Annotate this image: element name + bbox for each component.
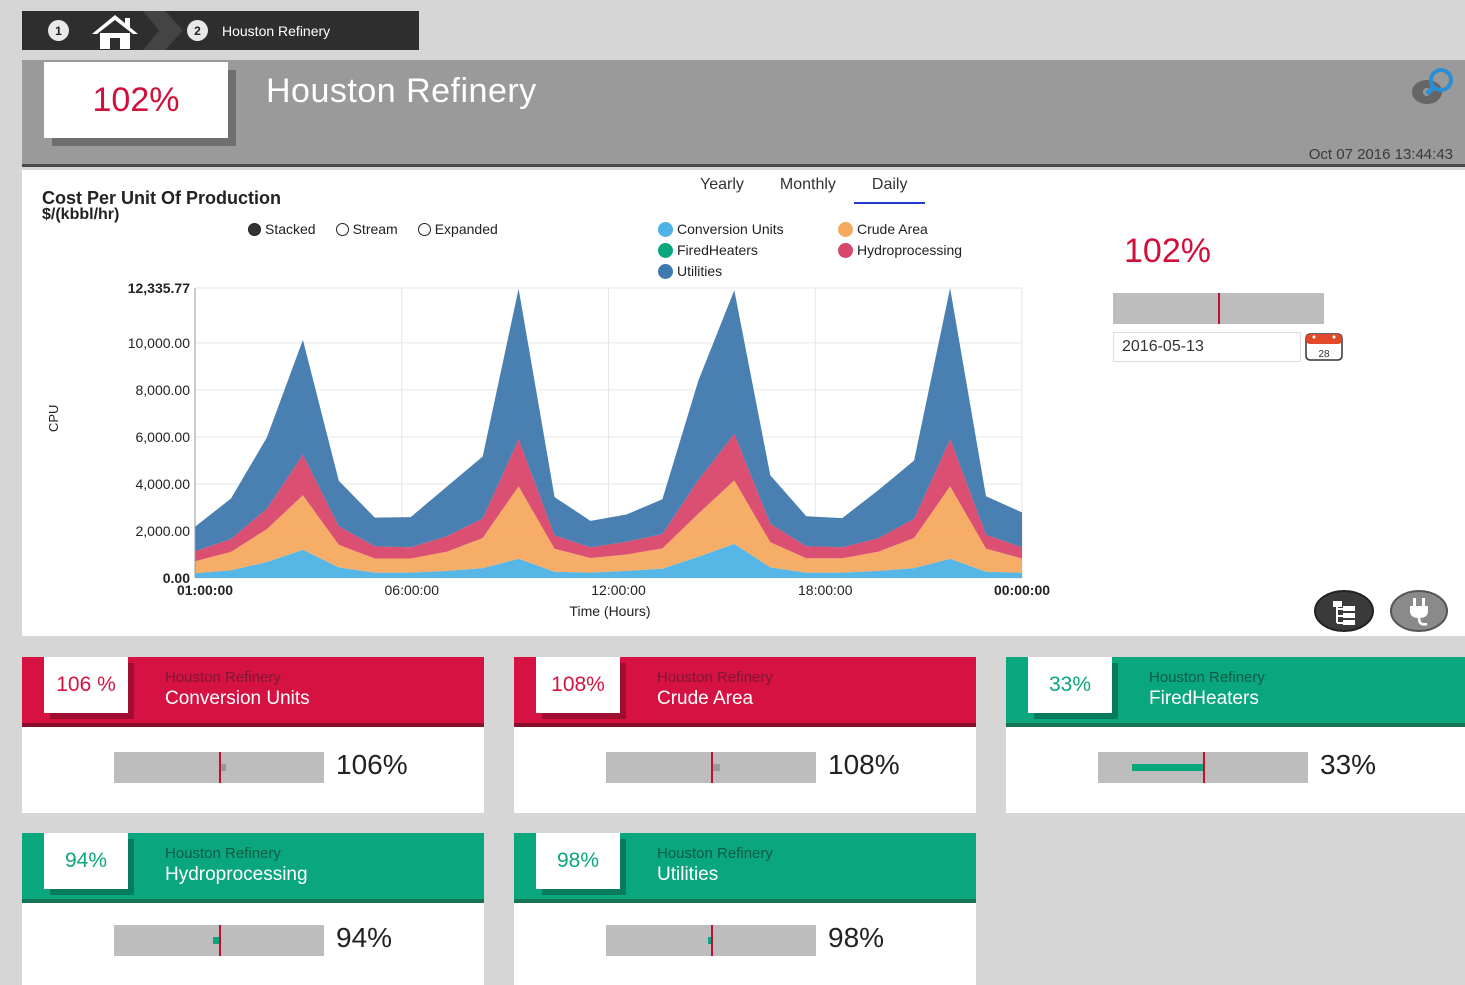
card-unit-name: Hydroprocessing bbox=[165, 864, 308, 885]
cost-area-chart: 0.002,000.004,000.006,000.008,000.0010,0… bbox=[128, 280, 1051, 619]
card-body: 94% bbox=[22, 903, 484, 985]
card-header: 94% Houston Refinery Hydroprocessing bbox=[22, 833, 484, 903]
target-marker bbox=[711, 752, 713, 783]
card-site: Houston Refinery bbox=[1149, 669, 1265, 686]
card-body: 108% bbox=[514, 727, 976, 813]
y-tick-label: 12,335.77 bbox=[128, 280, 190, 296]
unit-card-utilities[interactable]: 98% Houston Refinery Utilities 98% bbox=[514, 833, 976, 985]
chart-x-axis-label: Time (Hours) bbox=[569, 603, 650, 619]
card-value: 94% bbox=[336, 922, 393, 953]
header-timestamp: Oct 07 2016 13:44:43 bbox=[1308, 146, 1453, 163]
breadcrumb-step-2[interactable]: 2 bbox=[187, 20, 208, 41]
target-marker bbox=[219, 752, 221, 783]
plug-button[interactable] bbox=[1389, 589, 1449, 633]
card-unit-name: Conversion Units bbox=[165, 688, 310, 709]
unit-card-conversion-units[interactable]: 106 % Houston Refinery Conversion Units … bbox=[22, 657, 484, 813]
breadcrumb-step-1[interactable]: 1 bbox=[48, 20, 69, 41]
card-percent: 98% bbox=[536, 833, 620, 889]
card-body: 106% bbox=[22, 727, 484, 813]
card-body: 98% bbox=[514, 903, 976, 985]
card-value: 106% bbox=[336, 749, 408, 780]
y-tick-label: 2,000.00 bbox=[136, 523, 191, 539]
card-percent: 108% bbox=[536, 657, 620, 713]
card-header: 98% Houston Refinery Utilities bbox=[514, 833, 976, 903]
calendar-day: 28 bbox=[1318, 349, 1330, 360]
card-percent: 106 % bbox=[44, 657, 128, 713]
card-progress-bar bbox=[114, 925, 324, 956]
card-progress-bar bbox=[114, 752, 324, 783]
home-icon[interactable] bbox=[87, 11, 143, 50]
page-title: Houston Refinery bbox=[266, 72, 537, 110]
y-tick-label: 4,000.00 bbox=[136, 476, 191, 492]
card-unit-name: FiredHeaters bbox=[1149, 688, 1259, 709]
card-value: 108% bbox=[828, 749, 900, 780]
date-field[interactable] bbox=[1113, 332, 1301, 362]
card-percent: 33% bbox=[1028, 657, 1112, 713]
card-value: 33% bbox=[1320, 749, 1377, 780]
header-kpi: 102% bbox=[44, 62, 228, 138]
target-marker bbox=[1218, 293, 1220, 324]
x-tick-label: 00:00:00 bbox=[994, 582, 1050, 598]
x-tick-label: 06:00:00 bbox=[385, 582, 440, 598]
card-site: Houston Refinery bbox=[165, 669, 281, 686]
card-body: 33% bbox=[1006, 727, 1465, 813]
card-site: Houston Refinery bbox=[657, 669, 773, 686]
unit-card-hydroprocessing[interactable]: 94% Houston Refinery Hydroprocessing 94% bbox=[22, 833, 484, 985]
card-unit-name: Utilities bbox=[657, 864, 719, 885]
hierarchy-button[interactable] bbox=[1314, 589, 1374, 633]
breadcrumb-label[interactable]: Houston Refinery bbox=[222, 23, 330, 39]
card-percent: 94% bbox=[44, 833, 128, 889]
overall-kpi-bar bbox=[1113, 293, 1324, 324]
card-value: 98% bbox=[828, 922, 885, 953]
card-progress-bar bbox=[1098, 752, 1308, 783]
y-tick-label: 6,000.00 bbox=[136, 429, 191, 445]
target-marker bbox=[219, 925, 221, 956]
calendar-icon[interactable]: 28 bbox=[1304, 332, 1344, 362]
settings-search-icon[interactable] bbox=[1409, 66, 1453, 106]
target-marker bbox=[711, 925, 713, 956]
y-tick-label: 10,000.00 bbox=[128, 335, 190, 351]
breadcrumb: 1 2 Houston Refinery bbox=[22, 11, 419, 50]
card-site: Houston Refinery bbox=[657, 845, 773, 862]
target-marker bbox=[1203, 752, 1205, 783]
breadcrumb-separator-icon bbox=[143, 11, 183, 50]
card-unit-name: Crude Area bbox=[657, 688, 754, 709]
card-site: Houston Refinery bbox=[165, 845, 281, 862]
card-progress-bar bbox=[606, 752, 816, 783]
chart-panel: Yearly Monthly Daily Cost Per Unit Of Pr… bbox=[22, 170, 1465, 636]
card-header: 106 % Houston Refinery Conversion Units bbox=[22, 657, 484, 727]
card-header: 108% Houston Refinery Crude Area bbox=[514, 657, 976, 727]
card-progress-bar bbox=[606, 925, 816, 956]
y-tick-label: 8,000.00 bbox=[136, 382, 191, 398]
x-tick-label: 12:00:00 bbox=[591, 582, 646, 598]
x-tick-label: 01:00:00 bbox=[177, 582, 233, 598]
overall-kpi: 102% bbox=[1124, 232, 1211, 270]
unit-card-crude-area[interactable]: 108% Houston Refinery Crude Area 108% bbox=[514, 657, 976, 813]
card-header: 33% Houston Refinery FiredHeaters bbox=[1006, 657, 1465, 727]
card-bar-fill bbox=[1132, 764, 1203, 771]
x-tick-label: 18:00:00 bbox=[798, 582, 853, 598]
page-header: 102% Houston Refinery Oct 07 2016 13:44:… bbox=[22, 60, 1465, 167]
unit-card-firedheaters[interactable]: 33% Houston Refinery FiredHeaters 33% bbox=[1006, 657, 1465, 813]
